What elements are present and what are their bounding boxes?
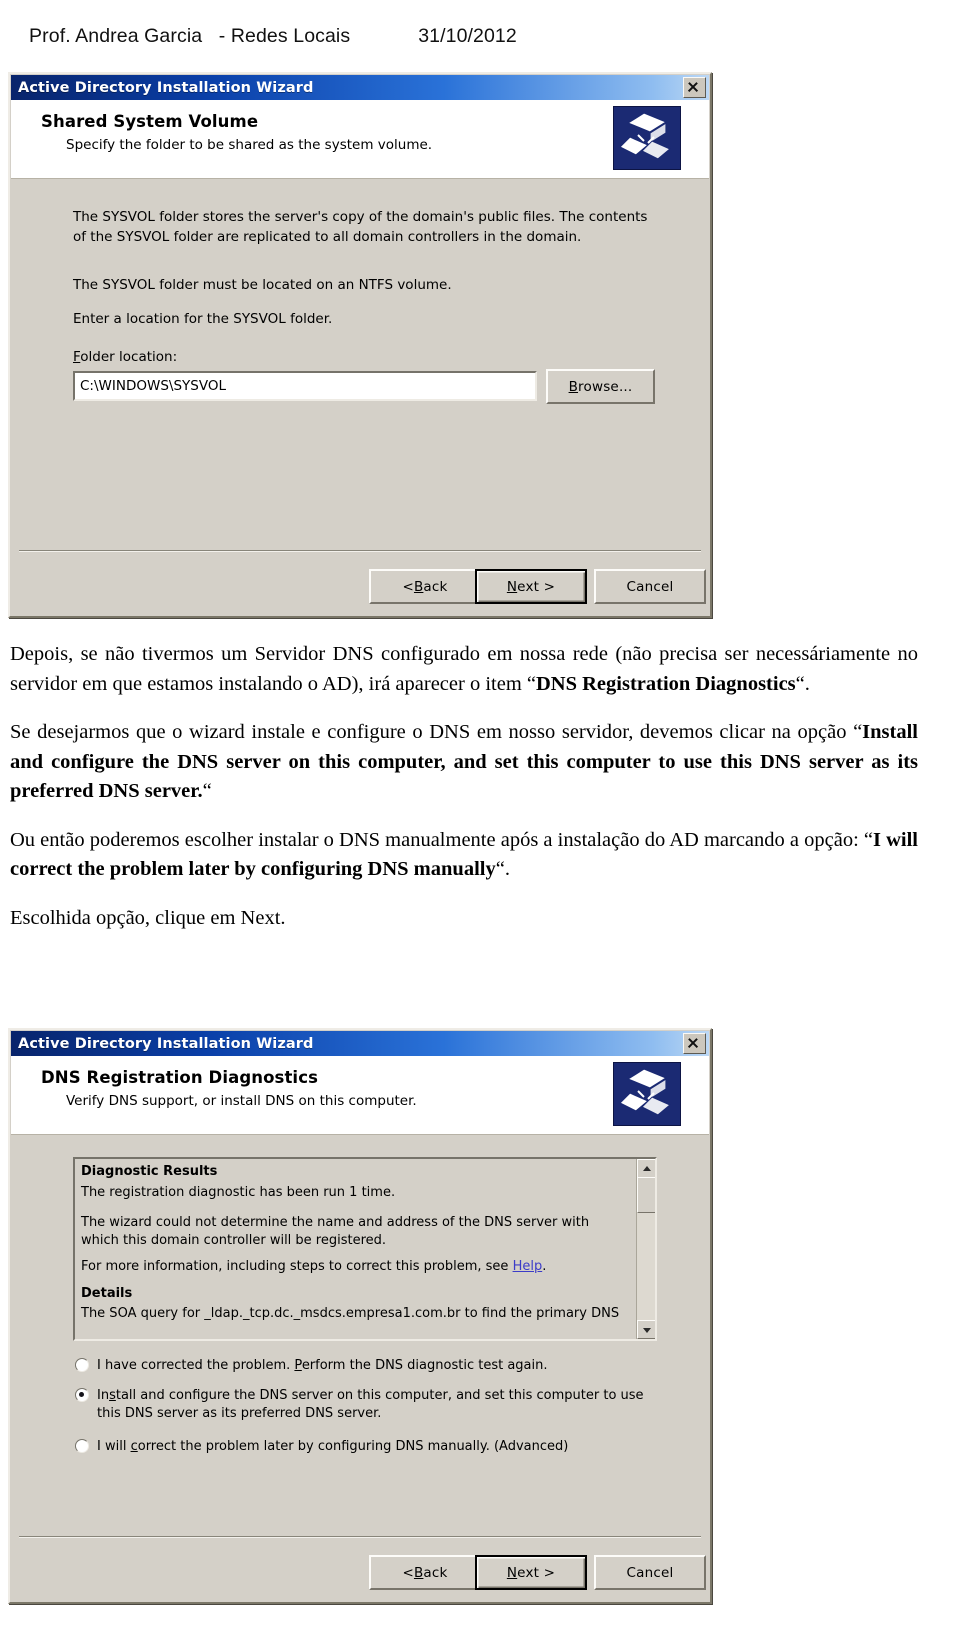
cancel-button[interactable]: Cancel	[594, 569, 706, 604]
browse-accel: B	[568, 378, 579, 395]
results-line-2: The wizard could not determine the name …	[81, 1215, 590, 1248]
scroll-up-icon[interactable]	[637, 1159, 655, 1178]
header-author: Prof. Andrea Garcia - Redes Locais	[29, 25, 351, 47]
dialog2-titlebar[interactable]: Active Directory Installation Wizard	[11, 1031, 709, 1056]
dialog2-banner: DNS Registration Diagnostics Verify DNS …	[11, 1056, 709, 1135]
p3-part-c: “.	[495, 858, 510, 880]
next-accel: N	[506, 578, 518, 595]
radio-icon[interactable]	[75, 1439, 89, 1453]
radio-option-rerun-diagnostic-label: I have corrected the problem. Perform th…	[97, 1357, 655, 1375]
diagnostic-results-pane[interactable]: Diagnostic Results The registration diag…	[73, 1157, 657, 1341]
prose-paragraph-3: Ou então poderemos escolher instalar o D…	[10, 826, 918, 885]
close-icon[interactable]	[683, 1033, 706, 1054]
dialog1-banner-title: Shared System Volume	[41, 112, 259, 131]
p1-part-b: DNS Registration Diagnostics	[535, 672, 796, 695]
dialog1-paragraph-3: Enter a location for the SYSVOL folder.	[73, 311, 333, 327]
radio3-accel: c	[130, 1439, 138, 1454]
prose-paragraph-4: Escolhida opção, clique em Next.	[10, 906, 286, 929]
dialog1-paragraph-1: The SYSVOL folder stores the server's co…	[73, 209, 648, 245]
network-folder-icon	[613, 106, 681, 170]
results-heading: Diagnostic Results	[81, 1164, 218, 1179]
back-prefix: <	[402, 1564, 414, 1581]
dialog2-separator	[19, 1536, 701, 1538]
dialog1-paragraph-2: The SYSVOL folder must be located on an …	[73, 277, 452, 293]
p1-part-c: “.	[795, 672, 810, 695]
next-button[interactable]: Next >	[475, 569, 587, 604]
radio-option-manual-dns-label: I will correct the problem later by conf…	[97, 1438, 651, 1456]
cancel-button[interactable]: Cancel	[594, 1555, 706, 1590]
folder-location-input[interactable]: C:\WINDOWS\SYSVOL	[73, 371, 537, 401]
next-rest: ext >	[517, 1564, 556, 1581]
radio-option-rerun-diagnostic[interactable]: I have corrected the problem. Perform th…	[75, 1357, 655, 1375]
radio1-pre: I have corrected the problem.	[97, 1358, 295, 1373]
radio-option-install-dns[interactable]: Install and configure the DNS server on …	[75, 1387, 651, 1422]
help-link[interactable]: Help	[513, 1259, 543, 1274]
next-button[interactable]: Next >	[475, 1555, 587, 1590]
radio-icon[interactable]	[75, 1358, 89, 1372]
back-rest: ack	[423, 1564, 448, 1581]
next-accel: N	[506, 1564, 518, 1581]
back-button[interactable]: < Back	[369, 1555, 481, 1590]
prose-paragraph-2: Se desejarmos que o wizard instale e con…	[10, 718, 918, 807]
back-accel: B	[413, 1564, 424, 1581]
folder-label-rest: older location:	[80, 349, 178, 365]
next-rest: ext >	[517, 578, 556, 595]
radio2-pre: In	[97, 1388, 110, 1403]
radio2-post: tall and configure the DNS server on thi…	[97, 1388, 644, 1421]
browse-rest: rowse...	[578, 378, 633, 395]
dialog2-banner-title: DNS Registration Diagnostics	[41, 1068, 318, 1087]
details-line: The SOA query for _ldap._tcp.dc._msdcs.e…	[81, 1306, 620, 1321]
scroll-down-icon[interactable]	[637, 1320, 655, 1339]
back-rest: ack	[423, 578, 448, 595]
dialog1-titlebar[interactable]: Active Directory Installation Wizard	[11, 75, 709, 100]
dialog2-body: Diagnostic Results The registration diag…	[11, 1135, 709, 1602]
dialog1-separator	[19, 550, 701, 552]
radio-option-manual-dns[interactable]: I will correct the problem later by conf…	[75, 1438, 651, 1456]
header-date: 31/10/2012	[418, 25, 517, 47]
dialog2-title: Active Directory Installation Wizard	[18, 1035, 314, 1052]
radio-icon[interactable]	[75, 1388, 89, 1402]
close-icon[interactable]	[683, 77, 706, 98]
back-prefix: <	[402, 578, 414, 595]
diagnostic-results-text: Diagnostic Results The registration diag…	[75, 1159, 637, 1339]
network-folder-icon	[613, 1062, 681, 1126]
radio1-accel: P	[294, 1358, 302, 1373]
radio2-accel: s	[109, 1388, 116, 1403]
browse-button[interactable]: Browse...	[546, 369, 655, 404]
scrollbar-thumb[interactable]	[637, 1177, 655, 1213]
results-line-3-pre: For more information, including steps to…	[81, 1259, 513, 1274]
results-scrollbar[interactable]	[636, 1159, 655, 1339]
p2-part-c: “	[202, 780, 212, 802]
folder-location-label: Folder location:	[73, 349, 177, 365]
details-heading: Details	[81, 1285, 133, 1301]
results-line-3-post: .	[542, 1259, 547, 1274]
p2-part-a: Se desejarmos que o wizard instale e con…	[10, 721, 863, 743]
prose-body: Depois, se não tivermos um Servidor DNS …	[10, 640, 918, 933]
results-line-1: The registration diagnostic has been run…	[81, 1184, 396, 1200]
prose-paragraph-1: Depois, se não tivermos um Servidor DNS …	[10, 640, 918, 699]
radio-option-install-dns-label: Install and configure the DNS server on …	[97, 1387, 651, 1422]
back-button[interactable]: < Back	[369, 569, 481, 604]
dialog1-banner: Shared System Volume Specify the folder …	[11, 100, 709, 179]
results-line-3: For more information, including steps to…	[81, 1258, 631, 1276]
radio1-post: erform the DNS diagnostic test again.	[301, 1358, 548, 1373]
dialog1-title: Active Directory Installation Wizard	[18, 79, 314, 96]
dialog2-banner-subtitle: Verify DNS support, or install DNS on th…	[66, 1093, 417, 1109]
dialog1-body: The SYSVOL folder stores the server's co…	[11, 179, 709, 616]
dialog1-banner-subtitle: Specify the folder to be shared as the s…	[66, 137, 433, 153]
radio3-pre: I will	[97, 1439, 131, 1454]
p3-part-a: Ou então poderemos escolher instalar o D…	[10, 828, 873, 851]
ad-wizard-dialog-dns-registration-diagnostics: Active Directory Installation Wizard DNS…	[8, 1028, 712, 1604]
back-accel: B	[413, 578, 424, 595]
ad-wizard-dialog-shared-system-volume: Active Directory Installation Wizard Sha…	[8, 72, 712, 618]
page-header: Prof. Andrea Garcia - Redes Locais 31/10/…	[18, 2, 938, 47]
radio3-post: orrect the problem later by configuring …	[137, 1439, 569, 1454]
